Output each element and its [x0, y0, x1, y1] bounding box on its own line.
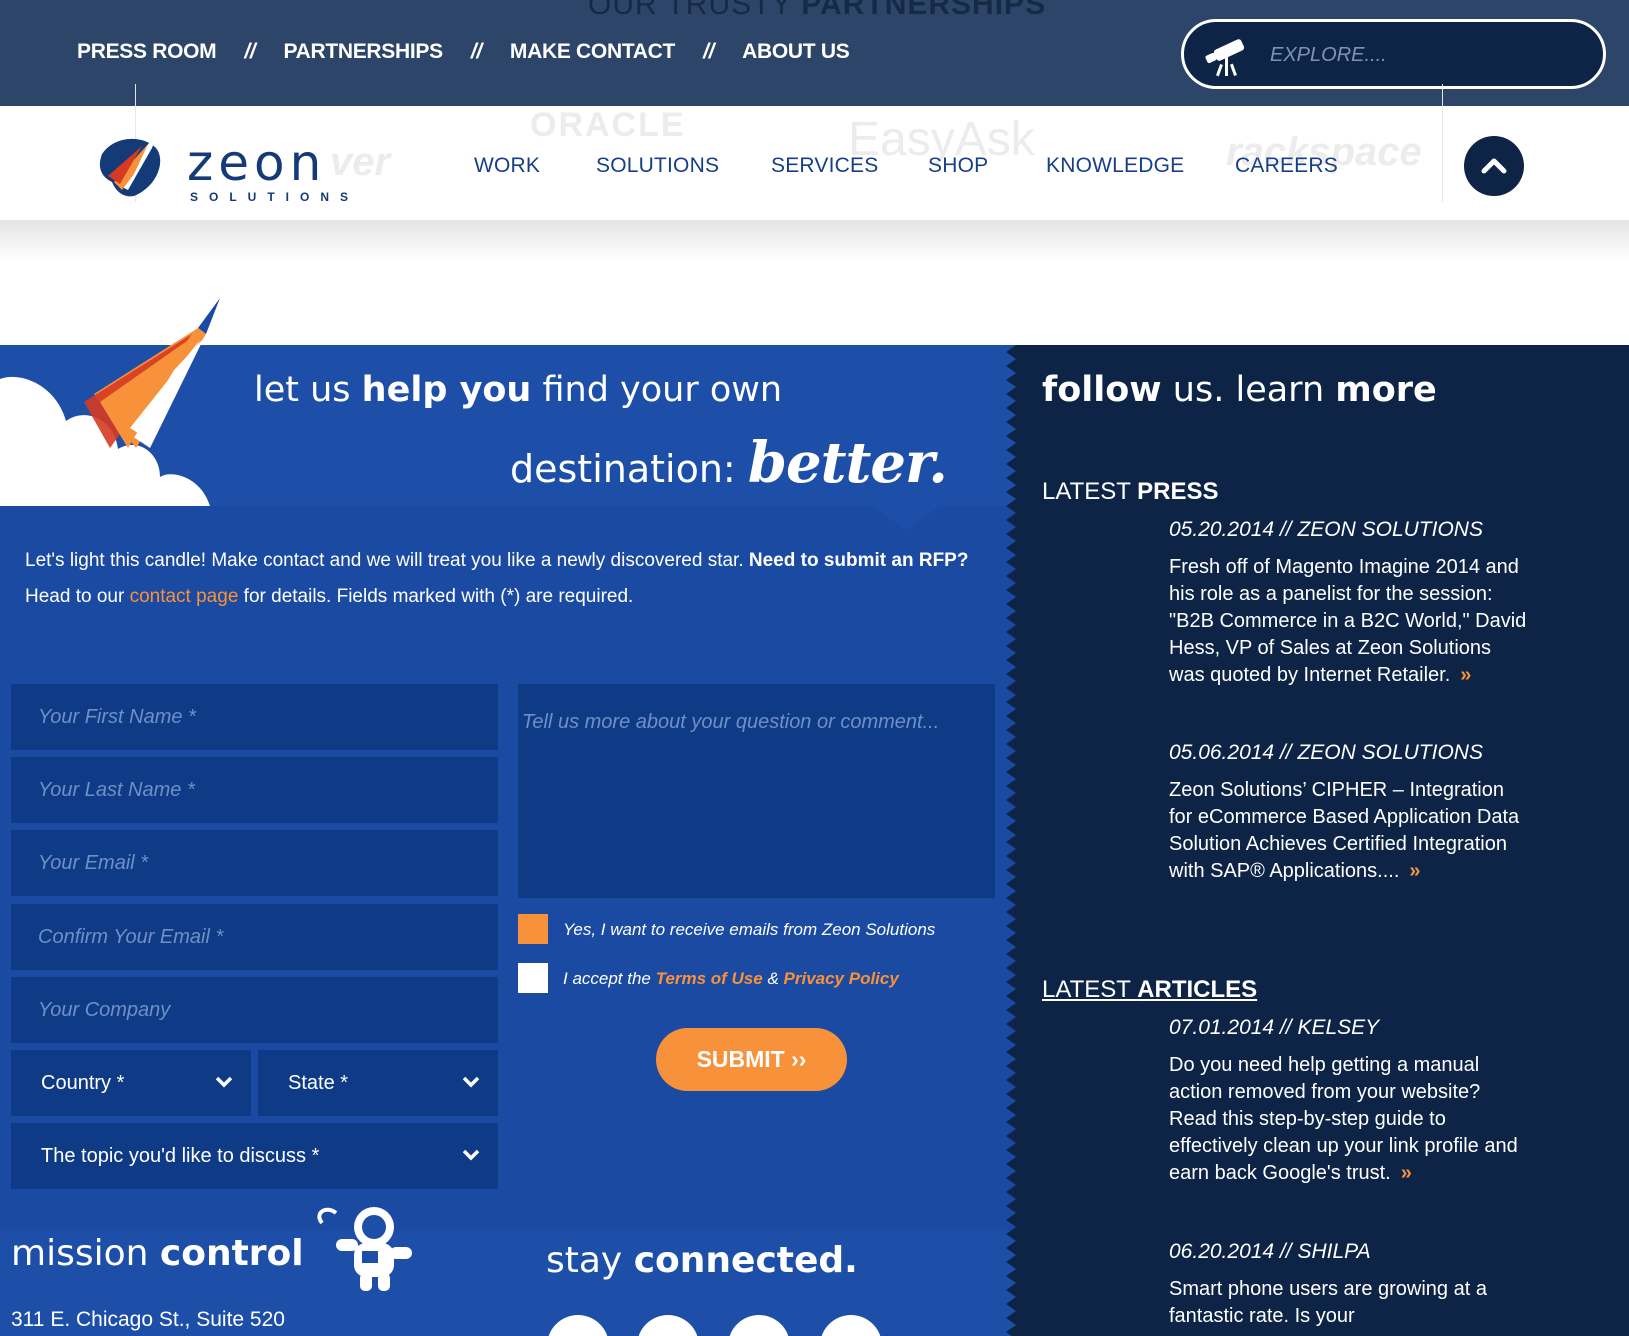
header-shadow — [0, 220, 1629, 260]
confirm-email-field[interactable] — [11, 904, 498, 970]
article-item-meta: 07.01.2014 // KELSEY — [1169, 1016, 1380, 1039]
press-item: 05.20.2014 // ZEON SOLUTIONS Fresh off o… — [1169, 518, 1529, 689]
logo-subtitle: SOLUTIONS — [190, 190, 360, 204]
first-name-field[interactable] — [11, 684, 498, 750]
read-more-icon[interactable]: » — [1401, 1162, 1412, 1184]
accept-terms-label: I accept the Terms of Use & Privacy Poli… — [563, 969, 899, 988]
chevron-down-icon — [462, 1149, 480, 1161]
nav-solutions[interactable]: SOLUTIONS — [596, 154, 719, 178]
mission-control-heading: mission control — [11, 1233, 304, 1274]
accept-terms-checkbox[interactable] — [518, 963, 548, 993]
explore-search[interactable] — [1181, 19, 1606, 89]
nav-partnerships[interactable]: PARTNERSHIPS — [283, 40, 443, 64]
address: 311 E. Chicago St., Suite 520 — [11, 1308, 285, 1331]
press-item-body: Fresh off of Magento Imagine 2014 and hi… — [1169, 556, 1527, 686]
article-item-body: Smart phone users are growing at a fanta… — [1169, 1278, 1487, 1327]
article-item: 06.20.2014 // SHILPA Smart phone users a… — [1169, 1240, 1529, 1330]
partner-logo-ghost: ORACLE — [530, 106, 686, 144]
nav-about-us[interactable]: ABOUT US — [742, 40, 850, 64]
submit-button[interactable]: SUBMIT ›› — [656, 1028, 847, 1091]
divider — [1442, 84, 1443, 202]
zigzag-border — [1006, 345, 1019, 1336]
country-select[interactable]: Country * — [11, 1050, 251, 1116]
nav-separator: // — [470, 40, 482, 63]
topic-select-label: The topic you'd like to discuss * — [41, 1145, 320, 1167]
email-field[interactable] — [11, 830, 498, 896]
article-item-body: Do you need help getting a manual action… — [1169, 1054, 1518, 1184]
article-item: 07.01.2014 // KELSEY Do you need help ge… — [1169, 1016, 1529, 1187]
contact-page-link[interactable]: contact page — [130, 586, 239, 607]
email-opt-in-checkbox[interactable] — [518, 914, 548, 944]
terms-of-use-link[interactable]: Terms of Use — [656, 969, 763, 988]
nav-make-contact[interactable]: MAKE CONTACT — [510, 40, 675, 64]
state-select[interactable]: State * — [258, 1050, 498, 1116]
privacy-policy-link[interactable]: Privacy Policy — [784, 969, 899, 988]
press-item: 05.06.2014 // ZEON SOLUTIONS Zeon Soluti… — [1169, 741, 1529, 885]
company-field[interactable] — [11, 977, 498, 1043]
utility-bar: OUR TRUSTY PARTNERSHIPS PRESS ROOM // PA… — [0, 0, 1629, 106]
nav-knowledge[interactable]: KNOWLEDGE — [1046, 154, 1184, 178]
stay-connected-heading: stay connected. — [546, 1240, 858, 1281]
main-nav: WORK SOLUTIONS SERVICES SHOP KNOWLEDGE C… — [0, 154, 1629, 184]
press-item-body: Zeon Solutions’ CIPHER – Integration for… — [1169, 779, 1520, 882]
nav-press-room[interactable]: PRESS ROOM — [77, 40, 217, 64]
state-select-label: State * — [288, 1072, 349, 1094]
nav-separator: // — [244, 40, 256, 63]
follow-heading: follow us. learn more — [1042, 370, 1437, 410]
country-select-label: Country * — [41, 1072, 125, 1094]
chevron-up-icon — [1481, 158, 1507, 174]
scroll-top-button[interactable] — [1464, 136, 1524, 196]
speech-notch — [872, 506, 940, 530]
chevron-down-icon — [462, 1076, 480, 1088]
nav-separator: // — [703, 40, 715, 63]
rocket-illustration — [84, 298, 220, 448]
nav-shop[interactable]: SHOP — [928, 154, 988, 178]
contact-headline: let us help you find your own — [254, 370, 783, 410]
read-more-icon[interactable]: » — [1409, 860, 1420, 882]
last-name-field[interactable] — [11, 757, 498, 823]
contact-intro: Let's light this candle! Make contact an… — [25, 550, 969, 607]
chevron-down-icon — [215, 1076, 233, 1088]
contact-headline-2: destination: better. — [510, 430, 948, 496]
explore-input[interactable] — [1270, 40, 1570, 70]
email-opt-in-label: Yes, I want to receive emails from Zeon … — [563, 920, 936, 939]
nav-services[interactable]: SERVICES — [771, 154, 878, 178]
read-more-icon[interactable]: » — [1460, 664, 1471, 686]
astronaut-illustration — [317, 1207, 412, 1291]
utility-nav: PRESS ROOM // PARTNERSHIPS // MAKE CONTA… — [77, 40, 850, 64]
telescope-icon[interactable] — [1204, 34, 1250, 78]
latest-articles-heading[interactable]: LATEST ARTICLES — [1042, 976, 1257, 1004]
partnerships-heading-ghost: OUR TRUSTY PARTNERSHIPS — [588, 0, 1047, 21]
main-header: ver ORACLE EasyAsk rackspace zeon SOLUTI… — [0, 84, 1629, 260]
nav-careers[interactable]: CAREERS — [1235, 154, 1338, 178]
article-item-meta: 06.20.2014 // SHILPA — [1169, 1240, 1371, 1263]
topic-select[interactable]: The topic you'd like to discuss * — [11, 1123, 498, 1189]
comment-field[interactable] — [518, 684, 995, 898]
press-item-meta: 05.06.2014 // ZEON SOLUTIONS — [1169, 741, 1483, 764]
latest-press-heading[interactable]: LATEST PRESS — [1042, 478, 1219, 506]
press-item-meta: 05.20.2014 // ZEON SOLUTIONS — [1169, 518, 1483, 541]
nav-work[interactable]: WORK — [474, 154, 540, 178]
